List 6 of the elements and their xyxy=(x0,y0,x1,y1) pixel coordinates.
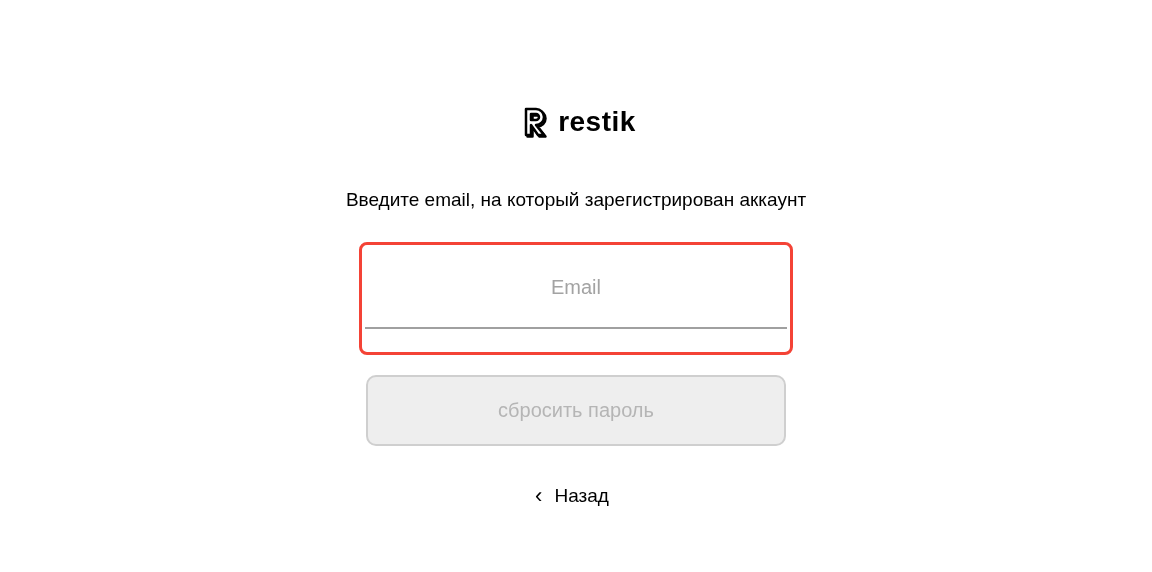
logo-icon xyxy=(522,106,549,138)
chevron-left-icon: ‹ xyxy=(535,485,543,507)
email-field[interactable]: Email xyxy=(359,241,793,355)
logo-text: restik xyxy=(558,108,636,136)
instruction-text: Введите email, на который зарегистрирован аккаунт xyxy=(345,188,807,212)
back-link[interactable]: ‹ Назад xyxy=(535,481,609,511)
